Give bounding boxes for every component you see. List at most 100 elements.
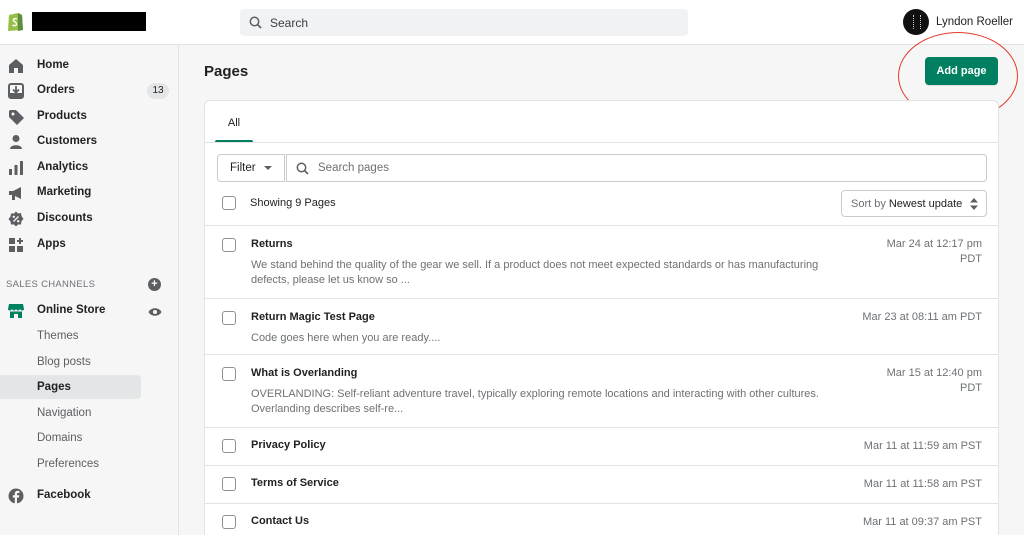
sidebar-item-label: Products	[37, 110, 87, 122]
sidebar-item-label: Orders	[37, 84, 75, 96]
discount-icon	[8, 211, 24, 227]
search-pages-placeholder: Search pages	[318, 162, 389, 174]
page-title-link[interactable]: What is Overlanding	[251, 367, 357, 379]
sidebar-item-analytics[interactable]: Analytics	[0, 156, 179, 180]
orders-count-badge: 13	[147, 83, 169, 99]
store-name-redacted[interactable]	[32, 12, 146, 31]
page-excerpt: OVERLANDING: Self-reliant adventure trav…	[251, 388, 819, 415]
add-page-button[interactable]: Add page	[925, 57, 998, 85]
date-line: PDT	[960, 253, 982, 265]
sidebar-subitem-label: Preferences	[37, 458, 100, 470]
sales-channels-heading: SALES CHANNELS	[6, 279, 96, 290]
sidebar-subitem-themes[interactable]: Themes	[0, 324, 141, 348]
table-row[interactable]: Terms of Service Mar 11 at 11:58 am PST	[205, 465, 998, 503]
avatar[interactable]	[903, 9, 929, 35]
table-row[interactable]: Contact Us Mar 11 at 09:37 am PST	[205, 503, 998, 535]
sidebar-item-label: Discounts	[37, 212, 93, 224]
row-checkbox[interactable]	[222, 367, 236, 381]
bar-chart-icon	[9, 161, 23, 175]
sidebar-item-apps[interactable]: Apps	[0, 233, 179, 257]
page-title-link[interactable]: Returns	[251, 238, 293, 250]
sort-arrows-icon	[970, 198, 978, 210]
global-search-input[interactable]: Search	[240, 9, 688, 36]
sidebar-item-marketing[interactable]: Marketing	[0, 181, 179, 205]
row-checkbox[interactable]	[222, 515, 236, 529]
sidebar-item-label: Home	[37, 59, 69, 71]
page-excerpt: Code goes here when you are ready....	[251, 332, 441, 344]
date-line: Mar 11 at 11:58 am PST	[863, 478, 982, 490]
orders-icon	[8, 83, 24, 99]
sidebar-item-label: Facebook	[37, 489, 91, 501]
eye-icon[interactable]	[148, 307, 162, 317]
row-checkbox[interactable]	[222, 477, 236, 491]
date-line: Mar 15 at 12:40 pm	[886, 367, 982, 379]
showing-count: Showing 9 Pages	[250, 197, 336, 209]
add-sales-channel-icon[interactable]: +	[148, 278, 161, 291]
sidebar-item-orders[interactable]: Orders 13	[0, 79, 179, 103]
row-checkbox[interactable]	[222, 238, 236, 252]
date-line: Mar 11 at 09:37 am PST	[862, 516, 982, 528]
page-updated-date: Mar 11 at 11:58 am PST	[864, 477, 982, 492]
sidebar-item-label: Customers	[37, 135, 98, 147]
top-bar: Search Lyndon Roeller	[0, 0, 1024, 45]
sidebar-subitem-blog-posts[interactable]: Blog posts	[0, 350, 141, 374]
sidebar-subitem-preferences[interactable]: Preferences	[0, 452, 141, 476]
page-updated-date: Mar 23 at 08:11 am PDT	[862, 310, 982, 325]
row-checkbox[interactable]	[222, 311, 236, 325]
sidebar: Home Orders 13 Products Customers Analyt…	[0, 45, 179, 535]
facebook-icon	[8, 488, 24, 504]
page-updated-date: Mar 24 at 12:17 pm PDT	[887, 237, 982, 267]
sidebar-item-facebook[interactable]: Facebook	[0, 484, 179, 508]
sidebar-item-label: Online Store	[37, 304, 106, 316]
search-pages-input[interactable]: Search pages	[286, 154, 987, 182]
apps-icon	[9, 238, 23, 252]
sidebar-subitem-label: Pages	[37, 381, 71, 393]
row-checkbox[interactable]	[222, 439, 236, 453]
sidebar-item-customers[interactable]: Customers	[0, 130, 179, 154]
page-updated-date: Mar 11 at 11:59 am PST	[864, 439, 982, 454]
date-line: Mar 11 at 11:59 am PST	[863, 440, 982, 452]
person-icon	[10, 135, 22, 149]
pages-card: All Filter Search pages Showing 9 Pages …	[204, 100, 999, 535]
user-name[interactable]: Lyndon Roeller	[936, 16, 1013, 28]
sidebar-item-discounts[interactable]: Discounts	[0, 207, 179, 231]
tab-divider	[205, 142, 998, 143]
page-excerpt: We stand behind the quality of the gear …	[251, 259, 819, 286]
sidebar-item-label: Apps	[37, 238, 66, 250]
sidebar-subitem-label: Themes	[37, 330, 79, 342]
page-updated-date: Mar 15 at 12:40 pm PDT	[887, 366, 982, 396]
megaphone-icon	[9, 187, 21, 200]
shopify-logo-icon[interactable]	[6, 10, 24, 32]
search-icon	[296, 162, 309, 175]
page-title-link[interactable]: Privacy Policy	[251, 439, 326, 451]
home-icon	[9, 59, 23, 73]
sidebar-subitem-label: Navigation	[37, 407, 92, 419]
filter-button[interactable]: Filter	[217, 154, 285, 182]
page-title-link[interactable]: Contact Us	[251, 515, 309, 527]
sidebar-subitem-label: Domains	[37, 432, 83, 444]
sidebar-subitem-pages[interactable]: Pages	[0, 375, 141, 399]
sidebar-subitem-navigation[interactable]: Navigation	[0, 401, 141, 425]
date-line: PDT	[960, 382, 982, 394]
sidebar-subitem-label: Blog posts	[37, 356, 91, 368]
sidebar-item-label: Analytics	[37, 161, 89, 173]
sort-select[interactable]: Sort by Newest update	[841, 190, 987, 217]
global-search-placeholder: Search	[270, 15, 309, 30]
sort-label: Sort by	[851, 197, 886, 210]
date-line: Mar 24 at 12:17 pm	[886, 238, 982, 250]
table-row[interactable]: What is Overlanding OVERLANDING: Self-re…	[205, 354, 998, 427]
sidebar-item-products[interactable]: Products	[0, 105, 179, 129]
caret-down-icon	[263, 166, 272, 170]
table-row[interactable]: Returns We stand behind the quality of t…	[205, 225, 998, 298]
page-title-link[interactable]: Terms of Service	[251, 477, 339, 489]
table-row[interactable]: Return Magic Test Page Code goes here wh…	[205, 298, 998, 354]
select-all-checkbox[interactable]	[222, 196, 236, 210]
sidebar-item-home[interactable]: Home	[0, 54, 179, 78]
page-title-link[interactable]: Return Magic Test Page	[251, 311, 375, 323]
store-icon	[8, 304, 24, 318]
sidebar-subitem-domains[interactable]: Domains	[0, 426, 141, 450]
tab-all[interactable]: All	[215, 115, 253, 143]
page-updated-date: Mar 11 at 09:37 am PST	[863, 515, 982, 530]
sidebar-item-label: Marketing	[37, 186, 92, 198]
table-row[interactable]: Privacy Policy Mar 11 at 11:59 am PST	[205, 427, 998, 465]
